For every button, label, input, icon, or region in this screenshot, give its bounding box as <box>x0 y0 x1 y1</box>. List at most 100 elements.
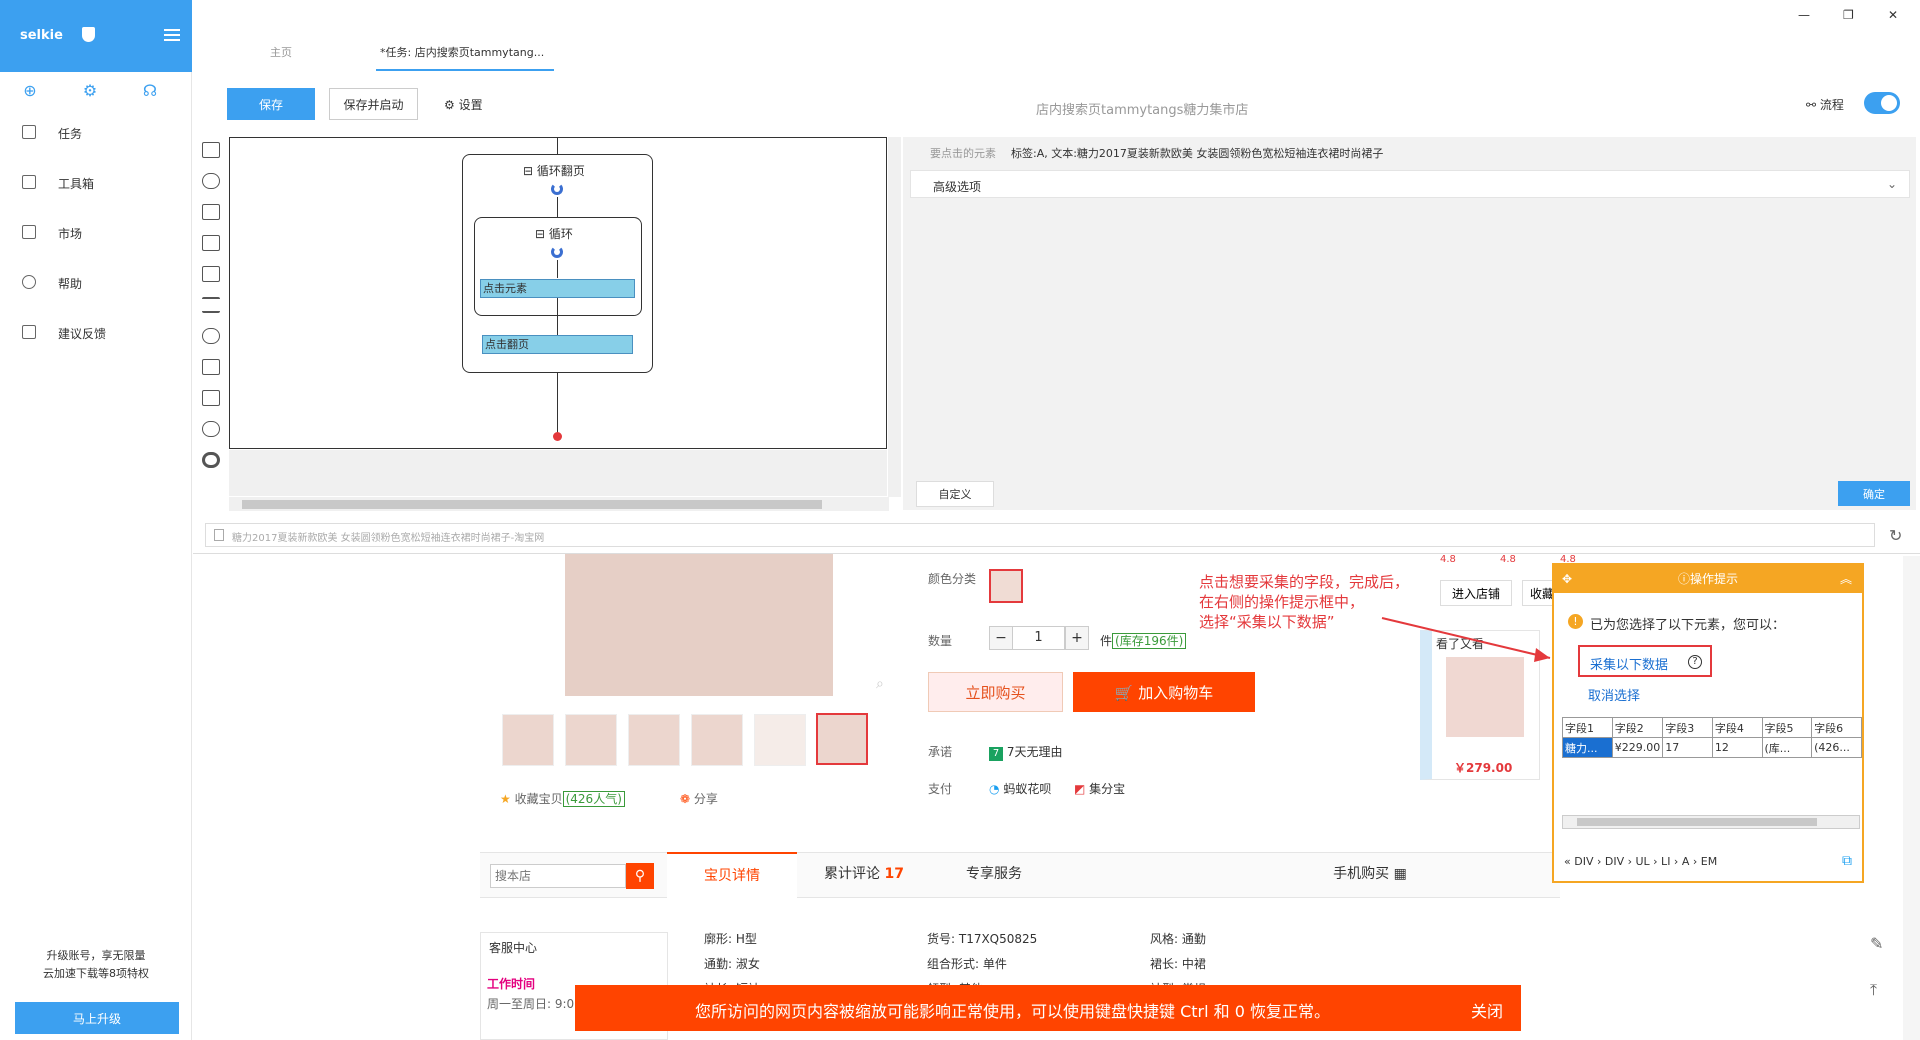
collapse-icon[interactable]: ︽ <box>1840 565 1852 593</box>
search-icon[interactable]: ⚲ <box>626 863 654 889</box>
tab-reviews[interactable]: 累计评论 17 <box>800 852 928 898</box>
quantity-increase[interactable]: + <box>1065 626 1089 650</box>
table-header[interactable]: 字段6 <box>1811 717 1862 738</box>
switch-icon[interactable] <box>202 421 220 437</box>
sidebar-item-help[interactable]: 帮助 <box>0 263 191 303</box>
product-main-image[interactable] <box>565 554 833 696</box>
attribute: 通勤: 淑女 <box>704 957 760 971</box>
confirm-button[interactable]: 确定 <box>1838 481 1910 506</box>
page-vertical-scrollbar[interactable] <box>1903 556 1920 1040</box>
canvas-scroll-thumb[interactable] <box>242 500 822 509</box>
popup-header[interactable]: ✥ ⓘ操作提示 ︽ <box>1554 565 1862 593</box>
help-icon[interactable]: ? <box>1688 655 1702 669</box>
flow-toggle[interactable] <box>1864 92 1900 114</box>
tab-home[interactable]: 主页 <box>270 44 292 60</box>
promise-item: 7 7天无理由 <box>989 743 1062 761</box>
minimize-icon[interactable]: — <box>1798 8 1810 22</box>
table-header[interactable]: 字段5 <box>1761 717 1813 738</box>
enter-shop-button[interactable]: 进入店铺 <box>1440 580 1512 606</box>
product-thumbnail[interactable] <box>691 714 743 766</box>
tab-detail[interactable]: 宝贝详情 <box>667 852 797 898</box>
review-count: 17 <box>884 866 904 882</box>
product-thumbnail[interactable] <box>565 714 617 766</box>
input-text-icon[interactable] <box>202 235 220 251</box>
favorite-item[interactable]: ★ 收藏宝贝 (426人气) <box>500 790 625 807</box>
sidebar: selkie ⊕ ⚙ ☊ 任务 工具箱 市场 帮助 建议反馈 升级账号，享无限量… <box>0 0 192 1040</box>
refresh-icon[interactable]: ↻ <box>1889 526 1902 545</box>
tab-task[interactable]: *任务: 店内搜索页tammytang... <box>380 44 544 60</box>
element-breadcrumb[interactable]: « DIV › DIV › UL › LI › A › EM <box>1564 855 1717 868</box>
collect-data-link[interactable]: 采集以下数据 <box>1590 654 1668 673</box>
product-thumbnail[interactable] <box>502 714 554 766</box>
extract-icon[interactable] <box>202 204 220 220</box>
close-icon[interactable]: ✕ <box>1888 8 1898 22</box>
huabei-icon: ◔ <box>989 782 1000 796</box>
product-thumbnail-selected[interactable] <box>816 713 868 765</box>
tab-mobile[interactable]: 手机购买 ▦ <box>1310 852 1430 898</box>
headset-icon[interactable]: ☊ <box>141 82 159 100</box>
back-to-top-icon[interactable]: ⤒ <box>1870 980 1877 1000</box>
table-cell[interactable]: ¥229.00 <box>1611 737 1664 758</box>
external-link-icon[interactable]: ⧉ <box>1842 853 1852 869</box>
flow-end-icon <box>553 432 562 441</box>
table-header[interactable]: 字段1 <box>1562 717 1613 738</box>
payment-jifenbao: ◩ 集分宝 <box>1074 780 1125 797</box>
sidebar-item-feedback[interactable]: 建议反馈 <box>0 313 191 353</box>
table-cell[interactable]: 17 <box>1662 737 1713 758</box>
sidebar-item-toolbox[interactable]: 工具箱 <box>0 163 191 203</box>
tab-service[interactable]: 专享服务 <box>930 852 1058 898</box>
preview-scroll-thumb[interactable] <box>1577 818 1817 826</box>
sidebar-item-task[interactable]: 任务 <box>0 113 191 153</box>
quantity-input[interactable]: 1 <box>1012 626 1065 650</box>
stop-icon[interactable] <box>202 452 220 468</box>
table-cell[interactable]: (426... <box>1811 737 1862 758</box>
sidebar-item-market[interactable]: 市场 <box>0 213 191 253</box>
upgrade-button[interactable]: 马上升级 <box>15 1002 179 1034</box>
list-icon[interactable] <box>202 297 220 313</box>
add-to-cart-button[interactable]: 🛒 加入购物车 <box>1073 672 1255 712</box>
attribute: 裙长: 中裙 <box>1150 957 1206 971</box>
table-header[interactable]: 字段2 <box>1611 717 1664 738</box>
share-button[interactable]: ❁ 分享 <box>680 790 718 807</box>
loop-icon[interactable] <box>202 328 220 344</box>
menu-icon[interactable] <box>164 29 180 41</box>
preview-table-scrollbar[interactable] <box>1562 815 1860 829</box>
gear-icon[interactable]: ⚙ <box>81 82 99 100</box>
quantity-decrease[interactable]: − <box>989 626 1013 650</box>
product-thumbnail[interactable] <box>628 714 680 766</box>
click-icon[interactable] <box>202 173 220 189</box>
table-cell[interactable]: 糖力... <box>1562 737 1613 758</box>
zoom-icon[interactable]: ⌕ <box>876 676 884 692</box>
shop-rating: 4.8 <box>1500 554 1516 565</box>
step-click-paging[interactable]: 点击翻页 <box>482 335 633 354</box>
flow-label: 流程 <box>1819 98 1844 112</box>
open-page-icon[interactable] <box>202 142 220 158</box>
cancel-selection-link[interactable]: 取消选择 <box>1588 685 1640 704</box>
product-thumbnail[interactable] <box>754 714 806 766</box>
settings-button[interactable]: ⚙ 设置 <box>444 96 483 113</box>
address-text: 糖力2017夏装新款欧美 女装圆领粉色宽松短袖连衣裙时尚裙子-淘宝网 <box>232 533 545 544</box>
branch-icon[interactable] <box>202 359 220 375</box>
hover-icon[interactable] <box>202 390 220 406</box>
buy-now-button[interactable]: 立即购买 <box>928 672 1063 712</box>
tab-mobile-label: 手机购买 <box>1333 866 1390 882</box>
save-button[interactable]: 保存 <box>227 88 315 120</box>
banner-close-button[interactable]: 关闭 <box>1471 998 1503 1022</box>
add-icon[interactable]: ⊕ <box>21 82 39 100</box>
custom-button[interactable]: 自定义 <box>916 481 994 507</box>
maximize-icon[interactable]: ❐ <box>1843 8 1854 22</box>
table-cell[interactable]: 12 <box>1711 737 1763 758</box>
shop-search-input[interactable] <box>490 864 626 888</box>
address-bar[interactable]: 糖力2017夏装新款欧美 女装圆领粉色宽松短袖连衣裙时尚裙子-淘宝网 <box>205 523 1875 547</box>
canvas-vertical-scrollbar[interactable] <box>888 137 901 497</box>
move-icon[interactable]: ✥ <box>1562 565 1572 593</box>
recognize-icon[interactable] <box>202 266 220 282</box>
edit-icon[interactable]: ✎ <box>1870 934 1883 953</box>
table-cell[interactable]: (库... <box>1761 737 1813 758</box>
save-and-start-button[interactable]: 保存并启动 <box>329 88 418 120</box>
step-click-element[interactable]: 点击元素 <box>480 279 635 298</box>
table-header[interactable]: 字段3 <box>1662 717 1713 738</box>
color-option[interactable] <box>989 569 1023 603</box>
advanced-options[interactable]: 高级选项 ⌄ <box>910 170 1910 198</box>
table-header[interactable]: 字段4 <box>1711 717 1763 738</box>
